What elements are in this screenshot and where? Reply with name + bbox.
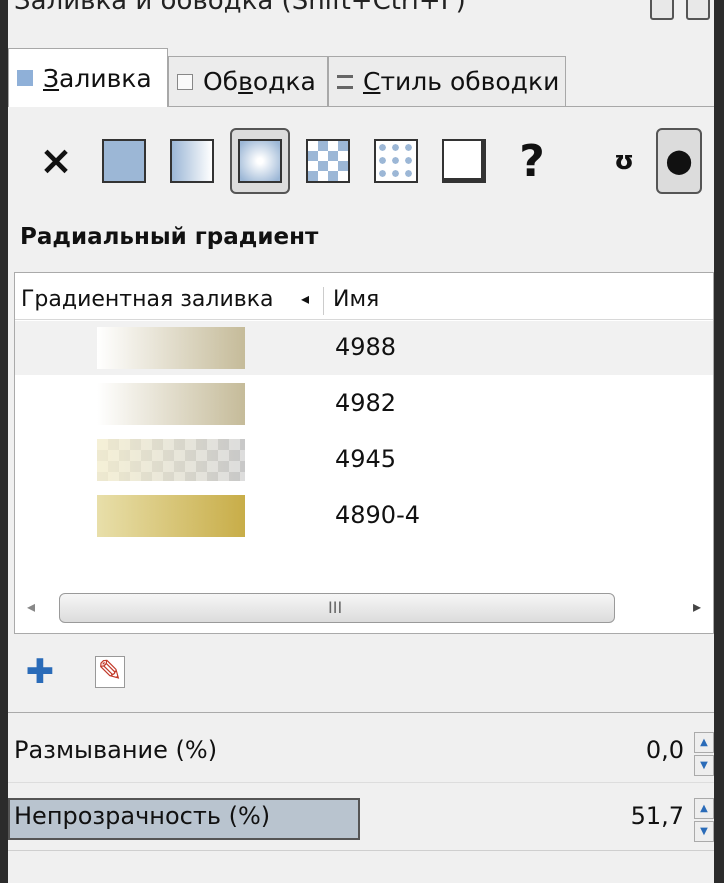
scroll-grip-icon: III — [328, 598, 343, 617]
tab-fill[interactable]: Заливка — [8, 48, 168, 107]
tab-stroke-paint[interactable]: Обводка — [168, 56, 328, 106]
opacity-decrement-icon[interactable]: ▼ — [694, 821, 714, 842]
unset-paint-icon — [442, 139, 486, 183]
flat-color-icon — [102, 139, 146, 183]
table-row[interactable]: 4988 — [15, 321, 713, 375]
tab-fill-label: Заливка — [43, 63, 152, 93]
column-header-gradient[interactable]: Градиентная заливка — [21, 287, 273, 312]
unknown-paint-button[interactable]: ? — [502, 128, 562, 194]
gradient-preview — [97, 383, 245, 425]
scrollbar-thumb[interactable]: III — [59, 593, 615, 623]
stroke-tab-icon — [177, 73, 193, 90]
unset-paint-button[interactable] — [434, 128, 494, 194]
gradient-list: Градиентная заливка ◂ Имя 4988 4982 4945 48… — [14, 272, 714, 634]
blur-field: Размывание (%) 0,0 ▲ ▼ — [8, 724, 714, 780]
sort-arrow-icon[interactable]: ◂ — [301, 289, 309, 308]
scroll-left-icon[interactable]: ◂ — [27, 597, 35, 616]
panel-titlebar: Заливка и обводка (Shift+Ctrl+F) — [8, 0, 714, 30]
pattern-icon — [306, 139, 350, 183]
tab-stroke-label: Обводка — [203, 67, 316, 96]
pattern-button[interactable] — [298, 128, 358, 194]
radial-gradient-icon — [238, 139, 282, 183]
gradient-name: 4988 — [335, 333, 397, 361]
table-row[interactable]: 4945 — [15, 433, 713, 487]
linear-gradient-button[interactable] — [162, 128, 222, 194]
fill-rule-evenodd-button[interactable]: ʊ — [602, 128, 646, 194]
gradient-preview — [97, 495, 245, 537]
question-icon: ? — [519, 135, 545, 187]
tab-stroke-style[interactable]: Стиль обводки — [328, 56, 566, 106]
opacity-value[interactable]: 51,7 — [631, 802, 684, 830]
swatch-button[interactable] — [366, 128, 426, 194]
horizontal-scrollbar[interactable]: ◂ III ▸ — [19, 589, 709, 629]
stroke-style-icon — [337, 74, 353, 89]
tab-bar: Заливка Обводка Стиль обводки — [8, 48, 714, 107]
opacity-increment-icon[interactable]: ▲ — [694, 798, 714, 819]
gradient-preview — [97, 327, 245, 369]
nonzero-icon: ⬤ — [665, 147, 693, 175]
gradient-name: 4890-4 — [335, 501, 421, 529]
fill-tab-icon — [17, 70, 33, 86]
table-row[interactable]: 4890-4 — [15, 489, 713, 543]
edit-gradient-button[interactable]: ✎ — [90, 652, 130, 692]
tab-stroke-style-label: Стиль обводки — [363, 67, 560, 96]
column-separator[interactable] — [323, 287, 324, 315]
gradient-preview — [97, 439, 245, 481]
column-header-name[interactable]: Имя — [333, 287, 379, 312]
no-paint-icon: × — [39, 138, 73, 184]
gradient-name: 4982 — [335, 389, 397, 417]
blur-value[interactable]: 0,0 — [646, 736, 684, 764]
blur-spinner[interactable]: ▲ ▼ — [694, 732, 714, 776]
gradient-name: 4945 — [335, 445, 397, 473]
fill-rule-nonzero-button[interactable]: ⬤ — [656, 128, 702, 194]
bottom-divider — [8, 850, 714, 851]
gradient-actions: ✚ ✎ — [20, 652, 220, 696]
add-gradient-button[interactable]: ✚ — [20, 652, 60, 692]
pencil-icon: ✎ — [95, 656, 125, 688]
panel-divider — [8, 712, 714, 713]
evenodd-icon: ʊ — [613, 146, 635, 176]
no-paint-button[interactable]: × — [26, 128, 86, 194]
swatch-icon — [374, 139, 418, 183]
minimize-icon[interactable] — [650, 0, 674, 20]
opacity-field: Непрозрачность (%) 51,7 ▲ ▼ — [8, 790, 714, 846]
blur-decrement-icon[interactable]: ▼ — [694, 755, 714, 776]
close-icon[interactable] — [686, 0, 710, 20]
linear-gradient-icon — [170, 139, 214, 183]
blur-increment-icon[interactable]: ▲ — [694, 732, 714, 753]
scroll-right-icon[interactable]: ▸ — [693, 597, 701, 616]
opacity-spinner[interactable]: ▲ ▼ — [694, 798, 714, 842]
section-heading: Радиальный градиент — [20, 224, 319, 250]
field-divider — [8, 782, 714, 783]
blur-label: Размывание (%) — [14, 736, 218, 764]
radial-gradient-button[interactable] — [230, 128, 290, 194]
flat-color-button[interactable] — [94, 128, 154, 194]
plus-icon: ✚ — [25, 652, 55, 692]
list-header: Градиентная заливка ◂ Имя — [15, 283, 713, 320]
panel-title: Заливка и обводка (Shift+Ctrl+F) — [14, 0, 466, 16]
opacity-label: Непрозрачность (%) — [14, 802, 271, 830]
table-row[interactable]: 4982 — [15, 377, 713, 431]
fill-type-toolbar: × ? ʊ ⬤ — [8, 128, 714, 198]
fill-stroke-panel: Заливка и обводка (Shift+Ctrl+F) Заливка… — [8, 0, 714, 883]
